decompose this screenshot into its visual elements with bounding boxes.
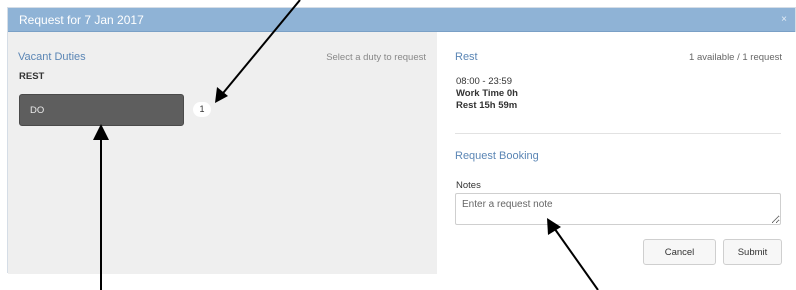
duty-label: DO	[30, 105, 45, 116]
notes-label: Notes	[456, 180, 481, 191]
duty-detail-pane: Rest 1 available / 1 request 08:00 - 23:…	[437, 32, 796, 274]
rest-time: Rest 15h 59m	[456, 100, 518, 111]
modal-title: Request for 7 Jan 2017	[19, 13, 144, 27]
modal-header: Request for 7 Jan 2017 ×	[8, 8, 795, 32]
request-booking-title: Request Booking	[455, 150, 539, 162]
availability-text: 1 available / 1 request	[689, 52, 782, 63]
time-range: 08:00 - 23:59	[456, 76, 512, 87]
duty-section-label: REST	[19, 71, 45, 82]
submit-button[interactable]: Submit	[723, 239, 782, 265]
vacant-duties-pane: Vacant Duties Select a duty to request R…	[8, 32, 437, 274]
divider	[455, 133, 781, 134]
duty-detail-title: Rest	[455, 51, 478, 63]
cancel-button[interactable]: Cancel	[643, 239, 716, 265]
close-icon[interactable]: ×	[781, 14, 787, 25]
duty-button-do[interactable]: DO	[19, 94, 184, 126]
select-duty-hint: Select a duty to request	[326, 52, 426, 63]
vacant-duties-title: Vacant Duties	[18, 51, 86, 63]
request-modal: Request for 7 Jan 2017 × Vacant Duties S…	[7, 7, 796, 274]
work-time: Work Time 0h	[456, 88, 518, 99]
duty-count-badge: 1	[193, 102, 211, 117]
notes-input[interactable]	[455, 193, 781, 225]
